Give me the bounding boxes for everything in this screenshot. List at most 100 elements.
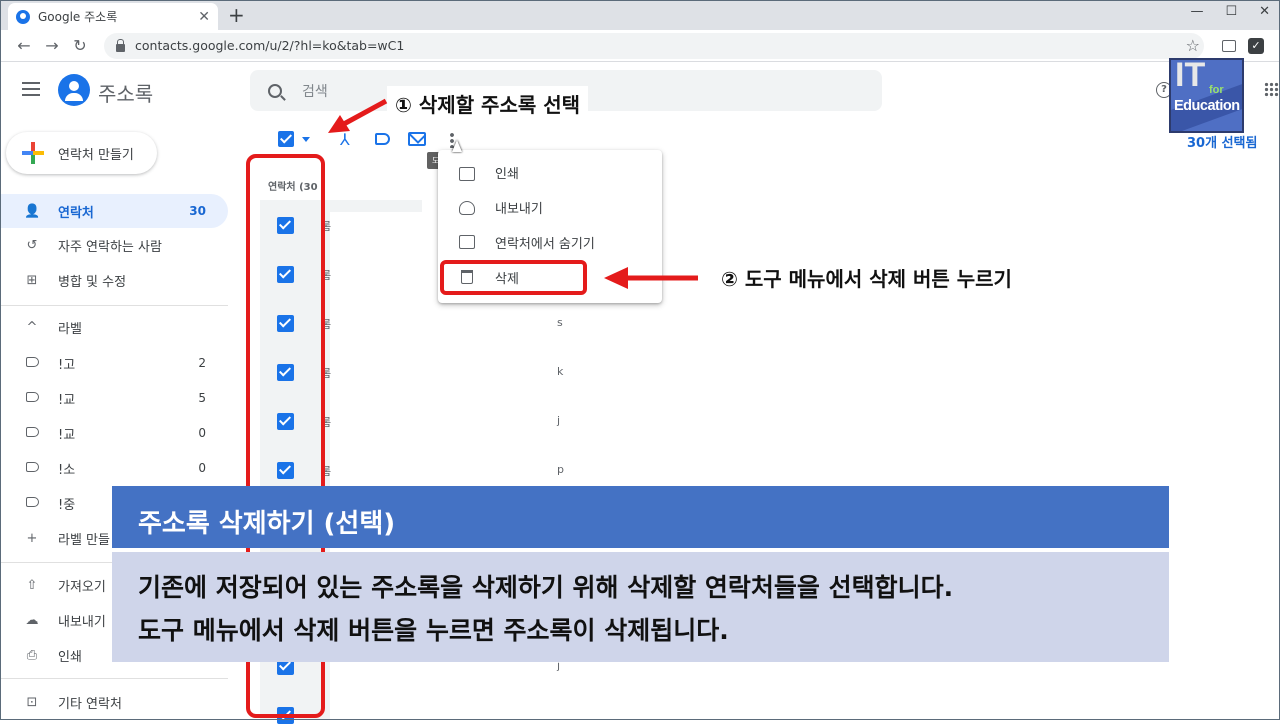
tab-title: Google 주소록 [38, 10, 118, 24]
lock-icon [116, 38, 125, 52]
sidebar-item-count: 2 [198, 356, 206, 370]
sidebar-item-count: 5 [198, 391, 206, 405]
tab-close-icon[interactable]: ✕ [198, 9, 210, 25]
email-icon[interactable] [408, 132, 426, 146]
browser-tab[interactable]: Google 주소록 ✕ [8, 3, 218, 30]
sidebar-item-frequent[interactable]: ↺ 자주 연락하는 사람 [0, 228, 228, 262]
logo-it-text: IT [1175, 58, 1206, 94]
create-plus-icon [22, 142, 44, 164]
sidebar-item-label: 라벨 만들 [58, 532, 110, 548]
label-icon [24, 496, 40, 511]
url-text: contacts.google.com/u/2/?hl=ko&tab=wC1 [135, 38, 405, 53]
sidebar-item-label: !소 [58, 462, 76, 478]
mouse-cursor-icon [452, 140, 462, 152]
sidebar-item-merge[interactable]: ⊞ 병합 및 수정 [0, 263, 228, 297]
sidebar-item-label: 연락처 [58, 205, 94, 221]
extension-check-icon[interactable]: ✓ [1248, 38, 1264, 54]
cloud-download-icon: ☁ [25, 612, 39, 628]
label-icon [24, 426, 40, 441]
minimize-button[interactable]: — [1190, 4, 1203, 19]
sidebar-item-label: !중 [58, 497, 76, 513]
menu-item-print[interactable]: 인쇄 [438, 155, 662, 190]
close-window-button[interactable]: ✕ [1259, 4, 1270, 19]
history-icon: ↺ [26, 237, 38, 253]
menu-item-label: 인쇄 [495, 167, 519, 182]
arrow-step2-icon [604, 267, 698, 289]
sidebar-item-contacts[interactable]: 👤 연락처 30 [0, 194, 228, 228]
list-item-text: j [557, 414, 561, 427]
apps-grid-icon[interactable] [1264, 82, 1280, 98]
list-item-text: k [557, 365, 564, 378]
search-icon [268, 83, 282, 98]
highlight-delete-item [440, 260, 587, 295]
plus-icon: + [26, 530, 38, 546]
it-for-education-logo: IT for Education [1169, 58, 1244, 133]
caption-body: 기존에 저장되어 있는 주소록을 삭제하기 위해 삭제할 연락처들을 선택합니다… [112, 552, 1169, 662]
sidebar-labels-header[interactable]: ^ 라벨 [0, 310, 228, 344]
address-bar: ← → ↻ contacts.google.com/u/2/?hl=ko&tab… [0, 30, 1280, 62]
arrow-step1-icon [328, 98, 388, 133]
sidebar-item-label: 라벨 [58, 321, 82, 337]
sidebar-label-item[interactable]: !교 5 [0, 381, 228, 415]
sidebar-item-label: !교 [58, 392, 76, 408]
sidebar-item-label: 기타 연락처 [58, 696, 122, 712]
create-contact-button[interactable]: 연락처 만들기 [6, 132, 157, 174]
caption-title: 주소록 삭제하기 (선택) [112, 486, 1169, 548]
selection-status: 30개 선택됨 [1187, 136, 1258, 151]
sidebar-item-label: 자주 연락하는 사람 [58, 239, 162, 255]
list-item-text: s [557, 316, 563, 329]
url-field[interactable]: contacts.google.com/u/2/?hl=ko&tab=wC1 [104, 32, 1204, 59]
menu-item-label: 내보내기 [495, 202, 543, 217]
sidebar-item-other-contacts[interactable]: ⊡ 기타 연락처 [0, 685, 228, 719]
sidebar-label-item[interactable]: !소 0 [0, 451, 228, 485]
sidebar-item-label: !교 [58, 427, 76, 443]
label-icon [24, 356, 40, 371]
archive-icon: ⊡ [26, 694, 38, 710]
main-menu-icon[interactable] [22, 82, 40, 96]
sidebar-item-count: 0 [198, 426, 206, 440]
menu-item-label: 연락처에서 숨기기 [495, 237, 595, 252]
printer-icon: ⎙ [26, 647, 38, 663]
cloud-download-icon [459, 201, 475, 215]
label-icon [24, 461, 40, 476]
menu-item-hide[interactable]: 연락처에서 숨기기 [438, 225, 662, 260]
list-item-text: p [557, 463, 564, 476]
sidebar-item-count: 0 [198, 461, 206, 475]
sidebar-divider [0, 678, 228, 679]
app-title: 주소록 [98, 82, 154, 106]
label-icon [24, 391, 40, 406]
sidebar-item-label: 내보내기 [58, 614, 106, 630]
merge-icon: ⊞ [26, 272, 38, 288]
hide-contact-icon [459, 235, 475, 249]
contacts-logo-icon [58, 74, 90, 106]
new-tab-button[interactable]: + [228, 3, 245, 27]
menu-item-export[interactable]: 내보내기 [438, 190, 662, 225]
cast-icon[interactable] [1222, 40, 1236, 52]
printer-icon [459, 167, 475, 181]
chevron-up-icon: ^ [26, 319, 38, 335]
browser-tab-bar: Google 주소록 ✕ + — ☐ ✕ [0, 0, 1280, 30]
create-contact-label: 연락처 만들기 [58, 147, 134, 163]
sidebar-label-item[interactable]: !교 0 [0, 416, 228, 450]
sidebar-item-label: 인쇄 [58, 649, 82, 665]
select-dropdown-icon[interactable] [302, 137, 310, 142]
sidebar-item-label: 병합 및 수정 [58, 274, 127, 290]
sidebar-item-label: !고 [58, 357, 76, 373]
logo-education-text: Education [1174, 98, 1240, 114]
annotation-step2: ② 도구 메뉴에서 삭제 버튼 누르기 [713, 260, 1020, 295]
sidebar-item-label: 가져오기 [58, 579, 106, 595]
back-icon[interactable]: ← [10, 36, 38, 55]
window-controls: — ☐ ✕ [1190, 4, 1270, 19]
forward-icon[interactable]: → [38, 36, 66, 55]
bookmark-star-icon[interactable]: ☆ [1186, 36, 1200, 55]
annotation-step1: ① 삭제할 주소록 선택 [387, 86, 589, 121]
sidebar-label-item[interactable]: !고 2 [0, 346, 228, 380]
contacts-favicon-icon [16, 9, 30, 24]
reload-icon[interactable]: ↻ [66, 36, 94, 55]
sidebar-divider [0, 305, 228, 306]
select-all-checkbox[interactable] [278, 131, 294, 147]
caption-line-2: 도구 메뉴에서 삭제 버튼을 누르면 주소록이 삭제됩니다. [138, 616, 729, 645]
caption-line-1: 기존에 저장되어 있는 주소록을 삭제하기 위해 삭제할 연락처들을 선택합니다… [138, 573, 954, 602]
person-icon: 👤 [24, 203, 41, 219]
maximize-button[interactable]: ☐ [1225, 4, 1237, 19]
